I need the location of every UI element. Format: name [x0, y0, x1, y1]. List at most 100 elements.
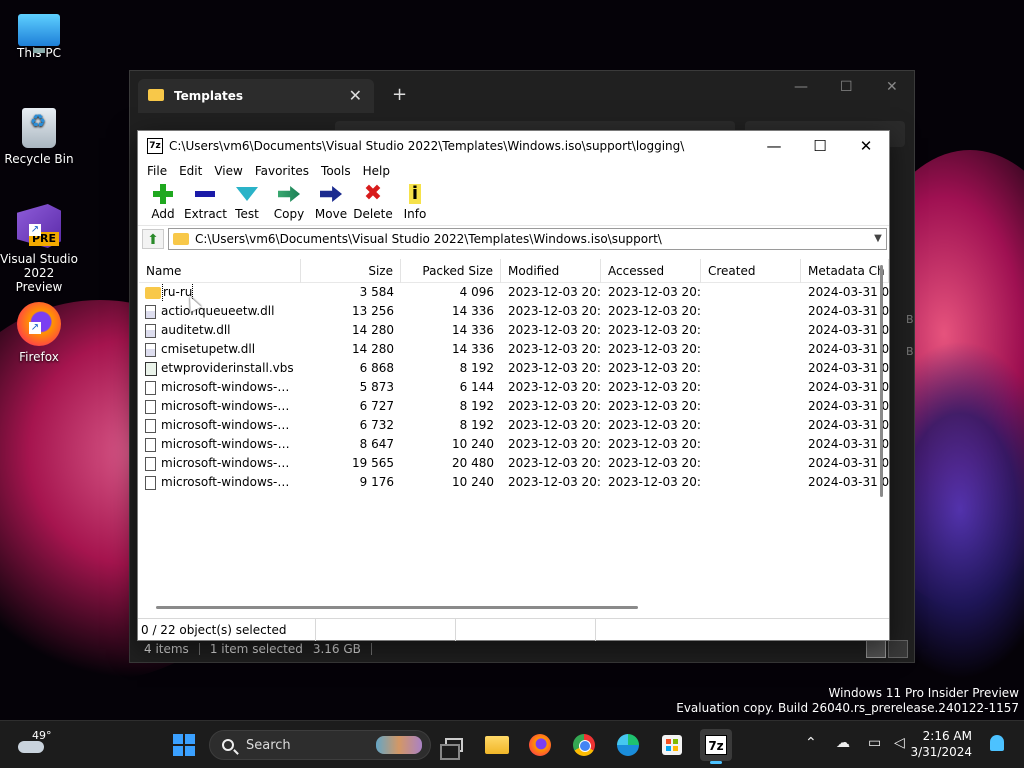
explorer-minimize-button[interactable]: — [794, 79, 808, 95]
desktop-icon-firefox[interactable]: ↗ Firefox [0, 302, 78, 364]
start-button[interactable] [168, 729, 200, 761]
file-list-row[interactable]: microsoft-windows-cm... 6 732 8 192 2023-12… [139, 416, 889, 435]
new-tab-button[interactable]: + [392, 84, 407, 105]
seven-zip-titlebar[interactable]: 7z C:\Users\vm6\Documents\Visual Studio … [138, 131, 889, 161]
file-created [701, 473, 801, 492]
minimize-button[interactable]: — [751, 131, 797, 161]
dll-file-icon [145, 304, 156, 319]
file-list-row[interactable]: microsoft-windows-set... 19 565 20 480 2023… [139, 454, 889, 473]
close-tab-button[interactable]: ✕ [349, 86, 362, 105]
menu-favorites[interactable]: Favorites [249, 164, 315, 178]
maximize-button[interactable]: ☐ [797, 131, 843, 161]
menu-file[interactable]: File [141, 164, 173, 178]
explorer-close-button[interactable]: ✕ [886, 79, 898, 95]
taskbar-store[interactable] [656, 729, 688, 761]
column-header-accessed[interactable]: Accessed [601, 259, 701, 283]
task-view-button[interactable] [438, 729, 470, 761]
file-size: 5 873 [359, 380, 394, 394]
file-list-row[interactable]: microsoft-windows-acti... 5 873 6 144 2023-… [139, 378, 889, 397]
menu-edit[interactable]: Edit [173, 164, 208, 178]
details-view-button[interactable] [866, 640, 886, 658]
taskbar-file-explorer[interactable] [481, 729, 513, 761]
taskbar-chrome[interactable] [568, 729, 600, 761]
desktop-icon-visual-studio[interactable]: PRE ↗ Visual Studio 2022 Preview [0, 204, 78, 294]
file-list-row[interactable]: actionqueueetw.dll 13 256 14 336 2023-12-03… [139, 302, 889, 321]
taskbar-search[interactable]: Search [209, 730, 431, 760]
selection-status: 0 / 22 object(s) selected [138, 618, 316, 641]
explorer-tab[interactable]: Templates ✕ [138, 79, 374, 113]
file-packed-size: 8 192 [459, 399, 494, 413]
file-list-row[interactable]: ru-ru 3 584 4 096 2023-12-03 20:37 2023-12-0… [139, 283, 889, 302]
tiles-view-button[interactable] [888, 640, 908, 658]
desktop-icon-this-pc[interactable]: This PC [0, 10, 78, 60]
show-hidden-icons-button[interactable]: ⌃ [805, 735, 817, 751]
file-name: actionqueueetw.dll [161, 304, 275, 318]
info-button[interactable]: i Info [394, 181, 436, 225]
file-name-cell: microsoft-windows-cm... [139, 416, 301, 435]
file-size: 14 280 [352, 342, 394, 356]
file-list-row[interactable]: microsoft-windows-set... 9 176 10 240 2023-… [139, 473, 889, 492]
menu-view[interactable]: View [208, 164, 248, 178]
taskbar-edge[interactable] [612, 729, 644, 761]
copy-button[interactable]: Copy [268, 181, 310, 225]
explorer-maximize-button[interactable]: ☐ [840, 79, 853, 95]
file-modified: 2023-12-03 20:36 [508, 323, 601, 337]
column-header-created[interactable]: Created [701, 259, 801, 283]
delete-icon: ✖ [363, 181, 383, 206]
delete-button-label: Delete [353, 207, 393, 221]
firefox-icon [529, 734, 551, 756]
extract-button[interactable]: Extract [184, 181, 227, 225]
file-modified: 2023-12-03 20:36 [508, 380, 601, 394]
column-header-name[interactable]: Name [139, 259, 301, 283]
weather-widget[interactable]: 49° [18, 729, 58, 761]
file-list-row[interactable]: cmisetupetw.dll 14 280 14 336 2023-12-03 20… [139, 340, 889, 359]
file-list[interactable]: Name Size Packed Size Modified Accessed … [139, 259, 889, 619]
file-name-cell: microsoft-windows-set... [139, 454, 301, 473]
file-packed-size: 8 192 [459, 361, 494, 375]
menu-help[interactable]: Help [357, 164, 396, 178]
path-combobox[interactable]: C:\Users\vm6\Documents\Visual Studio 202… [168, 227, 887, 250]
close-button[interactable]: ✕ [843, 131, 889, 161]
test-button[interactable]: Test [226, 181, 268, 225]
seven-zip-window[interactable]: 7z C:\Users\vm6\Documents\Visual Studio … [137, 130, 890, 641]
clock-date: 3/31/2024 [910, 745, 972, 759]
file-packed-size: 14 336 [452, 342, 494, 356]
add-button[interactable]: Add [142, 181, 184, 225]
file-list-body: ru-ru 3 584 4 096 2023-12-03 20:37 2023-12-0… [139, 283, 889, 492]
move-button[interactable]: Move [310, 181, 352, 225]
add-button-label: Add [151, 207, 175, 221]
volume-muted-icon[interactable]: ◁ [894, 735, 905, 751]
up-folder-button[interactable]: ⬆ [142, 228, 164, 249]
chevron-down-icon[interactable]: ▼ [870, 233, 886, 244]
file-created [701, 454, 801, 473]
file-modified: 2023-12-03 20:36 [508, 399, 601, 413]
system-clock[interactable]: 2:16 AM 3/31/2024 [910, 728, 972, 760]
scrollbar-thumb[interactable] [880, 265, 883, 497]
menu-tools[interactable]: Tools [315, 164, 357, 178]
desktop-icon-recycle-bin[interactable]: Recycle Bin [0, 108, 78, 166]
taskbar-firefox[interactable] [524, 729, 556, 761]
chrome-icon [573, 734, 595, 756]
file-name-cell: actionqueueetw.dll [139, 302, 301, 321]
vertical-scrollbar[interactable] [876, 259, 888, 499]
file-list-row[interactable]: etwproviderinstall.vbs 6 868 8 192 2023-12-… [139, 359, 889, 378]
onedrive-icon[interactable]: ☁ [836, 735, 850, 751]
move-button-label: Move [314, 207, 348, 221]
file-created [701, 397, 801, 416]
file-name: microsoft-windows-set... [161, 475, 294, 489]
notification-bell-icon[interactable] [990, 735, 1004, 751]
column-header-packed-size[interactable]: Packed Size [401, 259, 501, 283]
file-size: 6 868 [359, 361, 394, 375]
info-button-label: Info [403, 207, 427, 221]
column-header-size[interactable]: Size [301, 259, 401, 283]
horizontal-scrollbar[interactable] [156, 606, 638, 609]
network-icon[interactable]: ▭ [868, 735, 881, 751]
taskbar-seven-zip[interactable]: 7z [700, 729, 732, 764]
file-name-cell: cmisetupetw.dll [139, 340, 301, 359]
delete-button[interactable]: ✖ Delete [352, 181, 394, 225]
file-list-row[interactable]: microsoft-windows-au... 6 727 8 192 2023-12… [139, 397, 889, 416]
file-list-row[interactable]: microsoft-windows-oo... 8 647 10 240 2023-1… [139, 435, 889, 454]
file-name-cell: microsoft-windows-au... [139, 397, 301, 416]
column-header-modified[interactable]: Modified [501, 259, 601, 283]
file-list-row[interactable]: auditetw.dll 14 280 14 336 2023-12-03 20:36… [139, 321, 889, 340]
